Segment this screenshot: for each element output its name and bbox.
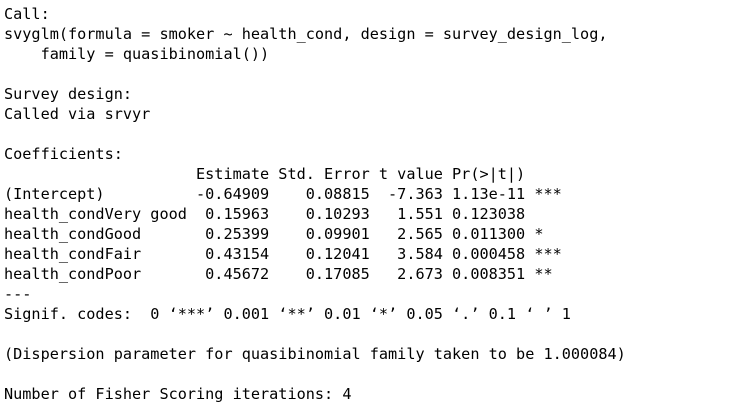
signif-codes-line: Signif. codes: 0 ‘***’ 0.001 ‘**’ 0.01 ‘… (4, 305, 571, 323)
coefficient-row-very-good: health_condVery good 0.15963 0.10293 1.5… (4, 205, 562, 223)
coefficient-row-poor: health_condPoor 0.45672 0.17085 2.673 0.… (4, 265, 562, 283)
separator-line: --- (4, 285, 32, 303)
call-formula-line: svyglm(formula = smoker ~ health_cond, d… (4, 25, 608, 43)
coefficients-column-headers: Estimate Std. Error t value Pr(>|t|) (4, 165, 562, 183)
coefficient-row-fair: health_condFair 0.43154 0.12041 3.584 0.… (4, 245, 562, 263)
call-header: Call: (4, 5, 50, 23)
r-console-output: Call: svyglm(formula = smoker ~ health_c… (4, 4, 726, 408)
coefficient-row-intercept: (Intercept) -0.64909 0.08815 -7.363 1.13… (4, 185, 562, 203)
survey-design-source: Called via srvyr (4, 105, 151, 123)
fisher-iterations-line: Number of Fisher Scoring iterations: 4 (4, 385, 352, 403)
survey-design-header: Survey design: (4, 85, 133, 103)
coefficients-header: Coefficients: (4, 145, 123, 163)
dispersion-line: (Dispersion parameter for quasibinomial … (4, 345, 626, 363)
coefficient-row-good: health_condGood 0.25399 0.09901 2.565 0.… (4, 225, 562, 243)
call-family-line: family = quasibinomial()) (4, 45, 270, 63)
